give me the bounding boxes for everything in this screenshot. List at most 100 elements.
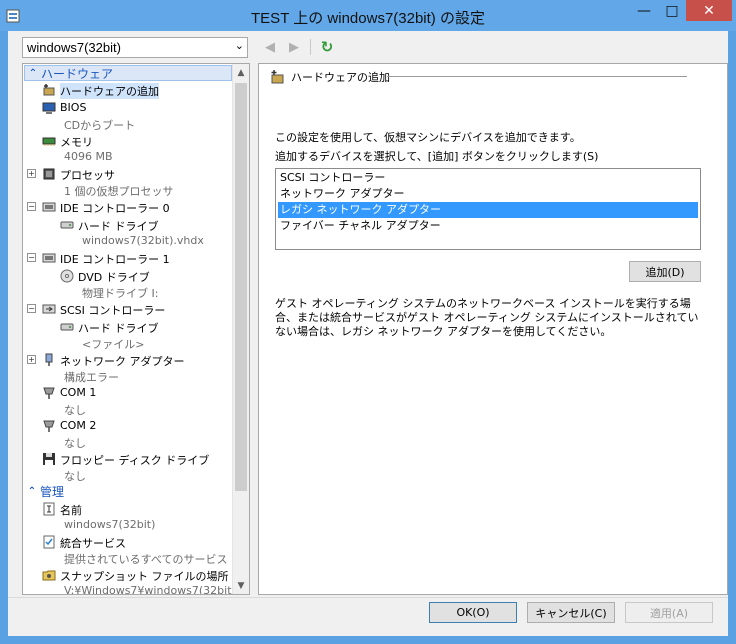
network-adapter-icon [41,352,57,368]
title-bar[interactable]: TEST 上の windows7(32bit) の設定 — □ ✕ [0,0,736,31]
tree-item-detail: windows7(32bit).vhdx [82,234,204,247]
tree-item-detail: なし [64,404,86,417]
hardware-section-label: ハードウェア [41,66,114,81]
tree-item-label: SCSI コントローラー [60,304,166,317]
forward-arrow-icon[interactable]: ▶ [286,39,302,55]
tree-item-detail: なし [64,470,86,483]
navigation-toolbar: ◀ ▶ ↻ [262,38,335,56]
scroll-thumb[interactable] [235,83,247,491]
refresh-icon[interactable]: ↻ [319,38,335,56]
tree-item-integration-services[interactable]: 統合サービス 提供されているすべてのサービス [23,533,233,566]
panel-header: ハードウェアの追加 [269,69,390,85]
tree-item-label: スナップショット ファイルの場所 [60,570,229,583]
device-option-network-adapter[interactable]: ネットワーク アダプター [278,186,698,202]
tree-item-label: ハード ドライブ [78,220,159,233]
chevron-down-icon: ⌄ [234,40,244,52]
tree-item-dvd-drive[interactable]: DVD ドライブ 物理ドライブ I: [23,267,233,300]
tree-item-label: ネットワーク アダプター [60,355,185,368]
com-port-icon [41,385,57,401]
tree-item-label: DVD ドライブ [78,271,150,284]
tree-item-detail: 4096 MB [64,150,113,163]
name-icon [41,501,57,517]
tree-item-label: IDE コントローラー 0 [60,202,170,215]
close-button[interactable]: ✕ [686,0,732,21]
collapse-chevron-icon: ⌃ [27,485,37,497]
scsi-controller-icon [41,301,57,317]
tree-item-memory[interactable]: メモリ 4096 MB [23,132,233,164]
tree-item-detail: なし [64,437,86,450]
tree-item-label: プロセッサ [60,169,115,182]
tree-item-label: COM 1 [60,386,97,399]
device-list-instruction: 追加するデバイスを選択して、[追加] ボタンをクリックします(S) [275,150,599,163]
legacy-adapter-info: ゲスト オペレーティング システムのネットワークベース インストールを実行する場… [275,297,699,338]
tree-item-detail: 物理ドライブ I: [82,287,159,300]
vm-select-value: windows7(32bit) [27,40,121,55]
management-section-header[interactable]: ⌃ 管理 [24,483,232,499]
bios-icon [41,100,57,116]
footer-divider [8,597,728,598]
toolbar-separator [310,39,311,55]
com-port-icon [41,418,57,434]
tree-item-network-adapter[interactable]: + ネットワーク アダプター 構成エラー [23,351,233,384]
management-section-label: 管理 [40,484,65,499]
ide-controller-icon [41,250,57,266]
scroll-down-arrow-icon[interactable]: ▼ [233,577,249,594]
collapse-minus-icon[interactable]: − [27,202,36,211]
tree-item-floppy-drive[interactable]: フロッピー ディスク ドライブ なし [23,450,233,483]
device-option-scsi-controller[interactable]: SCSI コントローラー [278,170,698,186]
tree-item-detail: windows7(32bit) [64,518,156,531]
tree-item-hard-drive-scsi[interactable]: ハード ドライブ <ファイル> [23,318,233,351]
memory-icon [41,133,57,149]
processor-icon [41,166,57,182]
expand-plus-icon[interactable]: + [27,355,36,364]
cancel-button[interactable]: キャンセル(C) [527,602,615,623]
settings-tree[interactable]: ⌃ ハードウェア ハードウェアの追加 BIOS CDからブート メモリ 4096… [22,63,250,595]
dvd-drive-icon [59,268,75,284]
apply-button[interactable]: 適用(A) [625,602,713,623]
tree-item-label: メモリ [60,136,93,149]
tree-item-label: BIOS [60,101,87,114]
floppy-icon [41,451,57,467]
tree-item-detail: <ファイル> [82,338,145,351]
collapse-minus-icon[interactable]: − [27,253,36,262]
collapse-minus-icon[interactable]: − [27,304,36,313]
minimize-button[interactable]: — [630,0,658,21]
tree-scrollbar[interactable]: ▲ ▼ [232,64,249,594]
maximize-button[interactable]: □ [658,0,686,21]
add-hardware-panel: ハードウェアの追加 この設定を使用して、仮想マシンにデバイスを追加できます。 追… [258,63,728,595]
tree-item-com1[interactable]: COM 1 なし [23,384,233,417]
tree-item-label: IDE コントローラー 1 [60,253,170,266]
tree-item-label: フロッピー ディスク ドライブ [60,454,210,467]
tree-item-detail: 提供されているすべてのサービス [64,553,228,566]
settings-window: TEST 上の windows7(32bit) の設定 — □ ✕ window… [0,0,736,644]
ide-controller-icon [41,199,57,215]
add-hardware-icon [271,70,284,84]
device-option-legacy-network-adapter[interactable]: レガシ ネットワーク アダプター [278,202,698,218]
vm-select-dropdown[interactable]: windows7(32bit) ⌄ [22,37,248,58]
tree-item-com2[interactable]: COM 2 なし [23,417,233,450]
window-title: TEST 上の windows7(32bit) の設定 [251,10,485,27]
tree-item-label: ハード ドライブ [78,322,159,335]
device-option-fibre-channel-adapter[interactable]: ファイバー チャネル アダプター [278,218,698,234]
collapse-chevron-icon: ⌃ [28,67,38,79]
tree-item-name[interactable]: 名前 windows7(32bit) [23,500,233,532]
hard-drive-icon [59,319,75,335]
hardware-section-header[interactable]: ⌃ ハードウェア [24,65,232,81]
expand-plus-icon[interactable]: + [27,169,36,178]
tree-item-hard-drive-ide[interactable]: ハード ドライブ windows7(32bit).vhdx [23,216,233,248]
scroll-up-arrow-icon[interactable]: ▲ [233,64,249,81]
tree-item-processor[interactable]: + プロセッサ 1 個の仮想プロセッサ [23,165,233,198]
panel-description: この設定を使用して、仮想マシンにデバイスを追加できます。 [275,131,581,144]
add-hardware-icon [41,82,57,98]
device-list[interactable]: SCSI コントローラー ネットワーク アダプター レガシ ネットワーク アダプ… [275,168,701,250]
tree-item-detail: CDからブート [64,119,136,132]
tree-item-bios[interactable]: BIOS CDからブート [23,99,233,132]
ok-button[interactable]: OK(O) [429,602,517,623]
header-divider [387,76,687,77]
panel-title: ハードウェアの追加 [291,71,390,84]
back-arrow-icon[interactable]: ◀ [262,39,278,55]
tree-item-snapshot-location[interactable]: スナップショット ファイルの場所 V:¥Windows7¥windows7(32… [23,566,236,594]
add-button[interactable]: 追加(D) [629,261,701,282]
dialog-client-area: windows7(32bit) ⌄ ◀ ▶ ↻ ⌃ ハードウェア ハードウェアの… [8,31,728,636]
tree-item-detail: 構成エラー [64,371,119,384]
